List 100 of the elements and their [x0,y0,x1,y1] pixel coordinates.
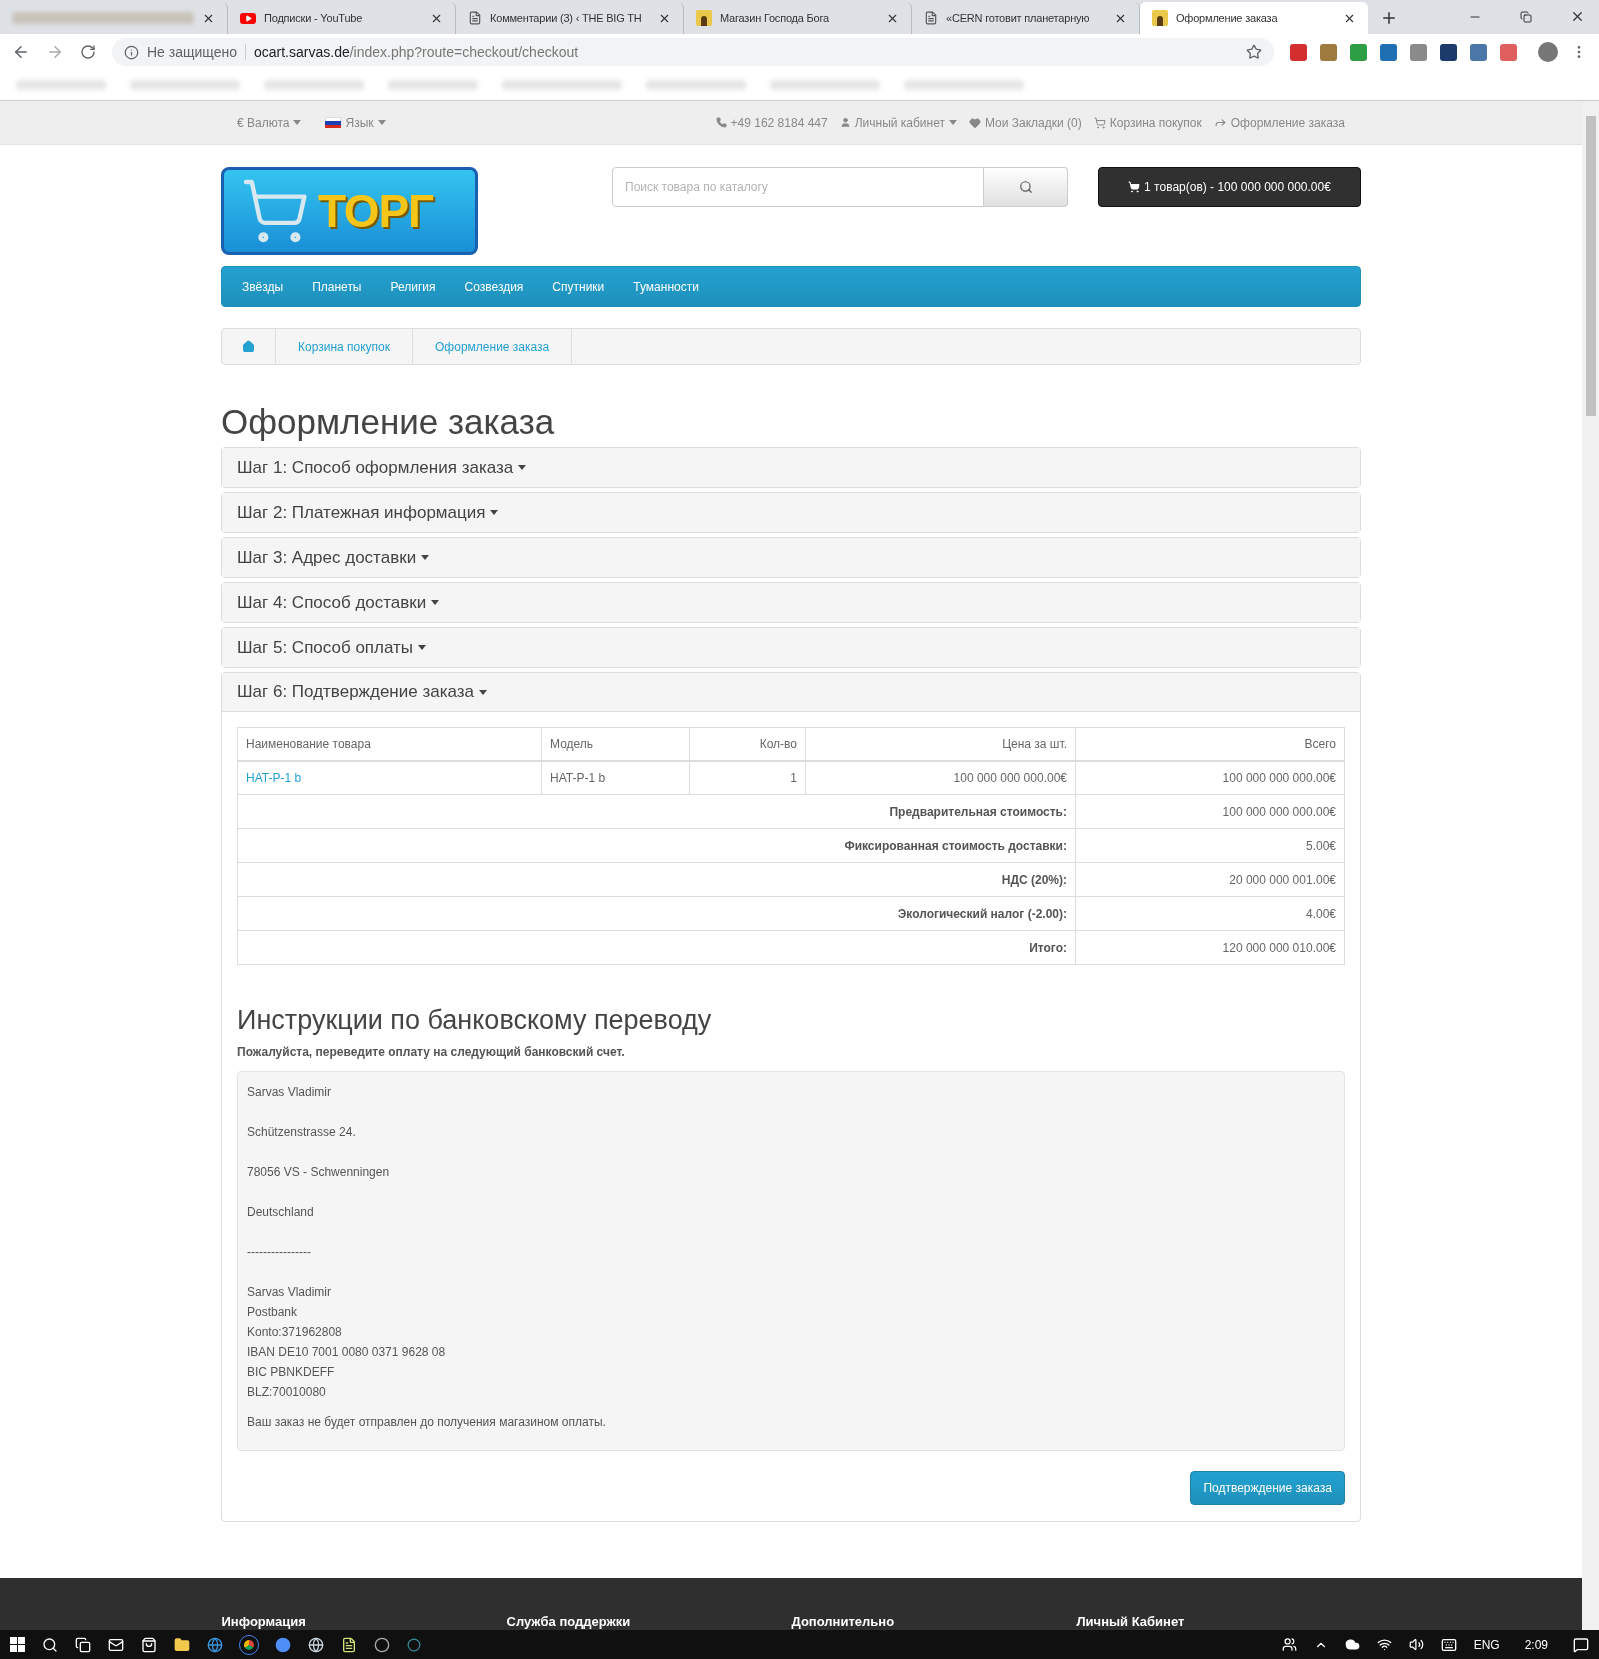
menu-item[interactable]: Звёзды [242,277,284,296]
step-title: Шаг 3: Адрес доставки [237,546,417,569]
menu-item[interactable]: Планеты [312,277,362,296]
bank-detail-line: BIC PBNKDEFF [247,1364,336,1381]
caret-icon [377,120,386,125]
folder-icon[interactable] [174,1636,190,1653]
table-cell: HAT-P-1 b [541,760,690,795]
figure-icon [696,10,712,26]
total-value: 120 000 000 010.00€ [1075,930,1345,965]
search-icon[interactable] [42,1636,58,1653]
menu-item[interactable]: Религия [390,277,436,296]
caret-icon [431,600,440,605]
browser-icon[interactable] [207,1636,223,1653]
caret-icon [418,645,427,650]
column-header: Всего [1075,727,1345,761]
table-cell: 1 [689,760,806,795]
url-text: ocart.sarvas.de/index.php?route=checkout/checkout [254,42,579,62]
step-header[interactable]: Шаг 6: Подтверждение заказа [222,673,1360,712]
bank-detail-line: Sarvas Vladimir [247,1084,333,1101]
bank-detail-line: Deutschland [247,1204,315,1221]
clock[interactable]: 2:09 [1516,1635,1556,1654]
close-icon[interactable] [1570,9,1585,24]
page-icon [924,11,938,25]
tab-title: Комментарии (3) ‹ THE BIG TH [490,10,643,26]
extension-icon[interactable] [1380,43,1397,61]
bookmark-star-icon[interactable] [1246,44,1262,60]
wifi-icon[interactable] [1376,1637,1392,1652]
profile-avatar[interactable] [1538,42,1558,62]
store-icon[interactable] [141,1636,157,1653]
account-dropdown[interactable]: Личный кабинет [839,113,957,132]
step-header[interactable]: Шаг 3: Адрес доставки [222,538,1360,577]
phone-link[interactable]: +49 162 8184 447 [715,113,828,132]
notifications-icon[interactable] [1573,1636,1589,1653]
caret-icon [490,510,499,515]
scrollbar-thumb[interactable] [1585,116,1596,416]
new-tab-icon[interactable] [1380,9,1398,27]
step-header[interactable]: Шаг 1: Способ оформления заказа [222,448,1360,487]
extension-icon[interactable] [1290,43,1307,61]
mail-icon[interactable] [108,1636,124,1653]
keyboard-icon[interactable] [1440,1636,1457,1653]
step-title: Шаг 2: Платежная информация [237,501,486,524]
user-icon [839,117,851,128]
menu-item[interactable]: Спутники [552,277,605,296]
footer-heading: Дополнительно [791,1614,896,1630]
total-value: 5.00€ [1075,828,1345,863]
currency-dropdown[interactable]: € Валюта [237,113,302,132]
tab-title: Подписки - YouTube [264,10,364,26]
back-icon[interactable] [12,43,30,61]
wishlist-link[interactable]: Мои Закладки (0) [968,113,1082,132]
step-header[interactable]: Шаг 4: Способ доставки [222,583,1360,622]
total-label: Экологический налог (-2.00): [237,896,1076,931]
bank-detail-line: IBAN DE10 7001 0080 0371 9628 08 [247,1344,447,1361]
step-title: Шаг 5: Способ оплаты [237,636,414,659]
flag-icon [325,117,342,128]
volume-icon[interactable] [1408,1637,1424,1652]
circle-app-icon[interactable] [275,1636,291,1653]
cloud-icon[interactable] [1344,1637,1360,1652]
windows-start-icon[interactable] [10,1637,25,1652]
caret-icon [518,465,527,470]
menu-item[interactable]: Туманности [633,277,699,296]
language-indicator[interactable]: ENG [1473,1635,1500,1654]
table-cell: 100 000 000 000.00€ [1075,760,1345,795]
breadcrumb-link[interactable]: Оформление заказа [413,329,573,364]
checkout-link[interactable]: Оформление заказа [1213,113,1345,132]
bank-detail-line: Sarvas Vladimir [247,1284,333,1301]
confirm-order-button[interactable]: Подтверждение заказа [1190,1471,1345,1505]
column-header: Кол-во [689,727,806,761]
extension-icon[interactable] [1470,43,1487,61]
product-link[interactable]: HAT-P-1 b [237,760,542,795]
phone-icon [715,117,727,128]
bank-detail-line: Schützenstrasse 24. [247,1124,357,1141]
task-view-icon[interactable] [75,1636,91,1653]
extension-icon[interactable] [1440,43,1457,61]
step-header[interactable]: Шаг 2: Платежная информация [222,493,1360,532]
bank-detail-line: BLZ:70010080 [247,1384,327,1401]
address-field[interactable]: Не защищено ocart.sarvas.de/index.php?route=checkout/checkout [112,38,1274,66]
app-icon[interactable] [407,1637,421,1652]
reload-icon[interactable] [80,44,96,60]
tab-title: Оформление заказа [1176,10,1279,26]
restore-icon[interactable] [1520,10,1532,23]
bank-detail-line: ---------------- [247,1244,312,1261]
footer-heading: Личный Кабинет [1076,1614,1186,1630]
total-value: 20 000 000 001.00€ [1075,862,1345,897]
share-arrow-icon [1213,116,1227,129]
browser-tab[interactable]: Оформление заказа [1140,2,1368,34]
total-label: Фиксированная стоимость доставки: [237,828,1076,863]
caret-icon [421,555,430,560]
cart-button[interactable]: 1 товар(ов) - 100 000 000 000.00€ [1098,167,1361,207]
language-dropdown[interactable]: Язык [325,113,386,132]
step-title: Шаг 6: Подтверждение заказа [237,681,474,704]
cart-icon [1128,181,1141,193]
section-heading: Инструкции по банковскому переводу [237,1004,713,1037]
cart-link[interactable]: Корзина покупок [1093,113,1202,132]
search-field[interactable]: Поиск товара по каталогу [612,167,984,207]
menu-item[interactable]: Созвездия [464,277,524,296]
notepad-icon[interactable] [341,1636,357,1653]
breadcrumb-link[interactable]: Корзина покупок [276,329,414,364]
tab-title: Магазин Господа Бога [720,10,830,26]
people-icon[interactable] [1281,1637,1297,1652]
step-header[interactable]: Шаг 5: Способ оплаты [222,628,1360,667]
